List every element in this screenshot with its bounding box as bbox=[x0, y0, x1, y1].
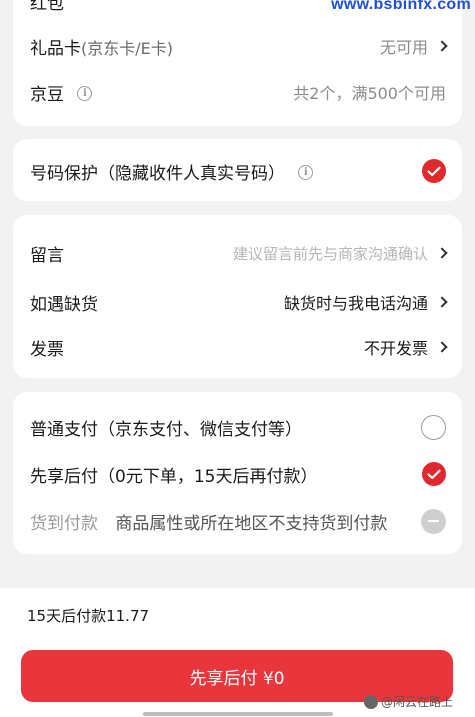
note-placeholder: 建议留言前先与商家沟通确认 bbox=[232, 244, 428, 263]
payment-paylater-row[interactable]: 先享后付（0元下单，15天后再付款） bbox=[13, 459, 462, 489]
jingdou-row[interactable]: 京豆 i 共2个，满500个可用 bbox=[13, 77, 462, 107]
payment-cod-label: 货到付款 商品属性或所在地区不支持货到付款 bbox=[30, 509, 387, 534]
giftcard-label: 礼品卡(京东卡/E卡) bbox=[30, 34, 173, 59]
watermark: www.bsbinfx.com bbox=[331, 0, 471, 13]
payment-paylater-radio[interactable] bbox=[422, 462, 446, 486]
privacy-checkbox[interactable] bbox=[422, 159, 446, 183]
giftcard-title: 礼品卡 bbox=[30, 38, 81, 59]
home-indicator bbox=[143, 712, 333, 716]
corner-mark: @闲云在路上 bbox=[363, 693, 453, 710]
check-icon bbox=[427, 166, 441, 176]
corner-mark-text: @闲云在路上 bbox=[380, 695, 453, 709]
privacy-row[interactable]: 号码保护（隐藏收件人真实号码） i bbox=[13, 156, 462, 186]
note-input[interactable]: 建议留言前先与商家沟通确认 bbox=[232, 243, 448, 264]
jingdou-title: 京豆 bbox=[30, 84, 64, 105]
chevron-right-icon bbox=[436, 40, 448, 52]
privacy-card: 号码保护（隐藏收件人真实号码） i bbox=[13, 139, 462, 201]
chevron-right-icon bbox=[436, 296, 448, 308]
privacy-label: 号码保护（隐藏收件人真实号码） i bbox=[30, 159, 314, 184]
payment-normal-row[interactable]: 普通支付（京东支付、微信支付等） bbox=[13, 412, 462, 442]
chevron-right-icon bbox=[436, 341, 448, 353]
stockout-label: 如遇缺货 bbox=[30, 294, 98, 315]
invoice-label: 发票 bbox=[30, 339, 64, 360]
payment-card: 普通支付（京东支付、微信支付等） 先享后付（0元下单，15天后再付款） 货到付款… bbox=[13, 392, 462, 554]
payment-normal-radio[interactable] bbox=[421, 414, 446, 440]
minus-icon bbox=[428, 520, 439, 522]
payment-cod-radio-disabled bbox=[421, 508, 446, 534]
author-avatar-icon bbox=[363, 694, 378, 709]
benefits-card: 红包 礼品卡(京东卡/E卡) 无可用 京豆 i 共2个，满500个可用 bbox=[13, 0, 462, 126]
note-label: 留言 bbox=[30, 245, 64, 266]
order-options-card: 留言 建议留言前先与商家沟通确认 如遇缺货 缺货时与我电话沟通 发票 不开发票 bbox=[13, 215, 462, 378]
payment-normal-label: 普通支付（京东支付、微信支付等） bbox=[30, 419, 302, 440]
giftcard-value-text: 无可用 bbox=[379, 38, 428, 57]
note-row[interactable]: 留言 建议留言前先与商家沟通确认 bbox=[13, 238, 462, 268]
info-icon[interactable]: i bbox=[77, 86, 93, 101]
chevron-right-icon bbox=[436, 247, 448, 259]
pay-later-amount: 15天后付款11.77 bbox=[27, 607, 150, 625]
jingdou-label: 京豆 i bbox=[30, 80, 93, 105]
payment-paylater-label: 先享后付（0元下单，15天后再付款） bbox=[30, 466, 318, 487]
stockout-value: 缺货时与我电话沟通 bbox=[283, 290, 448, 314]
invoice-value-text: 不开发票 bbox=[363, 339, 428, 358]
giftcard-sub: (京东卡/E卡) bbox=[81, 38, 173, 58]
invoice-value: 不开发票 bbox=[363, 335, 448, 359]
payment-cod-note: 商品属性或所在地区不支持货到付款 bbox=[115, 513, 388, 534]
invoice-row[interactable]: 发票 不开发票 bbox=[13, 332, 462, 362]
jingdou-value: 共2个，满500个可用 bbox=[293, 84, 446, 103]
privacy-text: 号码保护（隐藏收件人真实号码） bbox=[30, 163, 285, 184]
stockout-row[interactable]: 如遇缺货 缺货时与我电话沟通 bbox=[13, 287, 462, 317]
check-icon bbox=[427, 469, 441, 479]
payment-cod-title: 货到付款 bbox=[30, 513, 98, 534]
giftcard-row[interactable]: 礼品卡(京东卡/E卡) 无可用 bbox=[13, 31, 462, 61]
hongbao-label: 红包 bbox=[30, 0, 64, 14]
info-icon[interactable]: i bbox=[298, 165, 314, 180]
stockout-value-text: 缺货时与我电话沟通 bbox=[283, 294, 428, 313]
payment-cod-row: 货到付款 商品属性或所在地区不支持货到付款 bbox=[13, 506, 462, 536]
giftcard-value: 无可用 bbox=[379, 34, 448, 58]
